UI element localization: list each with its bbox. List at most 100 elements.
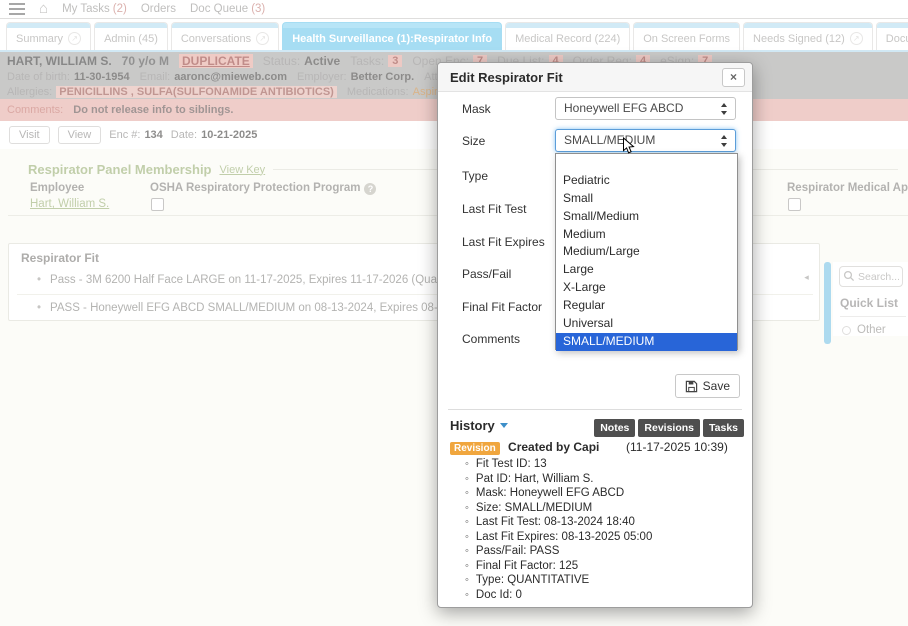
revision-detail-item: Final Fit Factor: 125 — [465, 559, 746, 574]
email-value[interactable]: aaronc@mieweb.com — [174, 71, 287, 83]
size-option[interactable]: Medium/Large — [556, 243, 737, 261]
allergies-label: Allergies: — [7, 86, 52, 98]
panel-drag-handle[interactable] — [824, 262, 831, 344]
osha-program-checkbox[interactable] — [151, 198, 164, 211]
menu-icon[interactable] — [9, 3, 25, 15]
revision-entry: Revision Created by Capi (11-17-2025 10:… — [450, 440, 744, 455]
size-option[interactable]: Regular — [556, 297, 737, 315]
size-option[interactable]: Medium — [556, 226, 737, 244]
comments-label: Comments: — [7, 104, 63, 116]
tab-admin[interactable]: Admin (45) — [94, 22, 168, 50]
revisions-button[interactable]: Revisions — [638, 419, 700, 437]
revision-text: Created by Capi — [508, 440, 599, 454]
tab-label: Documents (336) — [886, 33, 908, 45]
nav-my-tasks[interactable]: My Tasks (2) — [62, 3, 127, 15]
enc-value: 134 — [144, 129, 162, 141]
size-option[interactable]: Large — [556, 261, 737, 279]
dialog-title: Edit Respirator Fit — [450, 70, 563, 85]
size-option[interactable]: Small/Medium — [556, 208, 737, 226]
nav-label: Doc Queue — [190, 3, 248, 15]
size-option-selected[interactable]: SMALL/MEDIUM — [556, 333, 737, 351]
help-icon[interactable] — [364, 183, 376, 195]
tab-label: On Screen Forms — [643, 33, 730, 45]
nav-label: My Tasks — [62, 3, 110, 15]
tab-label: Summary — [16, 33, 63, 45]
medical-approval-checkbox[interactable] — [788, 198, 801, 211]
history-buttons: Notes Revisions Tasks — [594, 419, 744, 437]
home-icon[interactable]: ⌂ — [39, 3, 48, 15]
popout-icon[interactable] — [850, 32, 863, 45]
tab-conversations[interactable]: Conversations — [171, 22, 279, 50]
tab-on-screen-forms[interactable]: On Screen Forms — [633, 22, 740, 50]
mask-select[interactable]: Honeywell EFG ABCD — [555, 97, 736, 120]
notes-button[interactable]: Notes — [594, 419, 635, 437]
employer-value: Better Corp. — [351, 71, 415, 83]
nav-count: (2) — [113, 3, 127, 15]
duplicate-flag[interactable]: DUPLICATE — [179, 54, 253, 68]
revision-detail-item: Pat ID: Hart, William S. — [465, 472, 746, 487]
last-fit-expires-label: Last Fit Expires — [462, 235, 545, 249]
counter-tasks[interactable]: Tasks:3 — [350, 54, 402, 68]
tab-health-surveillance-respirator-info[interactable]: Health Surveillance (1):Respirator Info — [282, 22, 502, 50]
col-header-respirator-medical-approval: Respirator Medical Approv — [787, 182, 908, 194]
nav-doc-queue[interactable]: Doc Queue (3) — [190, 3, 265, 15]
revision-timestamp: (11-17-2025 10:39) — [626, 440, 728, 454]
enc-label: Enc #: — [109, 129, 140, 141]
mouse-cursor — [622, 137, 635, 155]
employee-link[interactable]: Hart, William S. — [30, 198, 109, 210]
revision-detail-item: Last Fit Test: 08-13-2024 18:40 — [465, 515, 746, 530]
quick-list-item-other[interactable]: Other — [842, 324, 908, 336]
size-label: Size — [462, 134, 485, 148]
nav-orders[interactable]: Orders — [141, 3, 176, 15]
popout-icon[interactable] — [68, 32, 81, 45]
dob-label: Date of birth: — [7, 71, 70, 83]
revision-detail-item: Pass/Fail: PASS — [465, 544, 746, 559]
tab-documents[interactable]: Documents (336) — [876, 22, 908, 50]
revision-detail-list: Fit Test ID: 13 Pat ID: Hart, William S.… — [465, 457, 746, 602]
tab-label: Needs Signed (12) — [753, 33, 845, 45]
date-value: 10-21-2025 — [201, 129, 257, 141]
size-select[interactable]: SMALL/MEDIUM — [555, 129, 736, 152]
view-button[interactable]: View — [58, 126, 102, 144]
close-button[interactable]: × — [722, 68, 745, 87]
select-arrows-icon — [720, 103, 729, 115]
mask-label: Mask — [462, 102, 491, 116]
dob-value: 11-30-1954 — [74, 71, 130, 83]
size-option[interactable]: Universal — [556, 315, 737, 333]
popout-icon[interactable] — [256, 32, 269, 45]
save-button[interactable]: Save — [675, 374, 740, 398]
size-option[interactable]: Small — [556, 190, 737, 208]
divider — [448, 409, 742, 410]
revision-detail-item: Type: QUANTITATIVE — [465, 573, 746, 588]
comments-value: Do not release info to siblings. — [73, 104, 233, 116]
section-title-respirator-panel-membership: Respirator Panel Membership — [28, 162, 212, 177]
quick-list-title: Quick List — [840, 296, 906, 317]
status-label: Status: — [263, 54, 300, 68]
visit-button[interactable]: Visit — [9, 126, 50, 144]
save-icon — [685, 380, 698, 393]
size-option[interactable]: X-Large — [556, 279, 737, 297]
dialog-header: Edit Respirator Fit × — [438, 63, 752, 92]
history-toggle[interactable]: History — [450, 418, 508, 433]
patient-name: HART, WILLIAM S. — [7, 54, 112, 68]
status-value: Active — [304, 54, 340, 68]
size-option[interactable]: Pediatric — [556, 172, 737, 190]
nav-label: Orders — [141, 3, 176, 15]
revision-detail-item: Mask: Honeywell EFG ABCD — [465, 486, 746, 501]
view-key-link[interactable]: View Key — [220, 164, 266, 176]
col-header-osha-program: OSHA Respiratory Protection Program — [150, 182, 376, 195]
patient-age-sex: 70 y/o M — [122, 54, 169, 68]
tab-needs-signed[interactable]: Needs Signed (12) — [743, 22, 873, 50]
radio-icon — [842, 326, 851, 335]
medications-label: Medications: — [347, 86, 409, 98]
tasks-button[interactable]: Tasks — [703, 419, 744, 437]
tab-label: Medical Record (224) — [515, 33, 620, 45]
tab-medical-record[interactable]: Medical Record (224) — [505, 22, 630, 50]
collapse-panel-arrow-icon[interactable]: ◂ — [799, 269, 814, 285]
size-dropdown-list: Pediatric Small Small/Medium Medium Medi… — [555, 153, 738, 350]
tab-summary[interactable]: Summary — [6, 22, 91, 50]
revision-detail-item: Fit Test ID: 13 — [465, 457, 746, 472]
revision-detail-item: Last Fit Expires: 08-13-2025 05:00 — [465, 530, 746, 545]
size-option-blank[interactable] — [556, 154, 737, 172]
count-badge: 3 — [388, 55, 402, 67]
